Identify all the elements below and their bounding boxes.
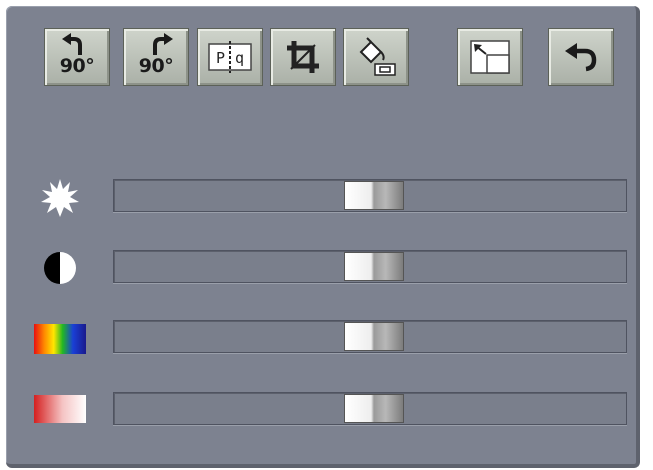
crop-button[interactable] [270, 28, 336, 86]
rotate-left-button[interactable]: 90° [44, 28, 110, 86]
contrast-half-circle-icon [44, 252, 76, 284]
paint-bucket-icon [359, 37, 396, 76]
brightness-slider-track[interactable] [113, 179, 627, 212]
flip-button[interactable]: P q [197, 28, 263, 86]
resize-expand-icon [470, 40, 510, 74]
contrast-slider-thumb[interactable] [344, 252, 404, 281]
sun-icon [41, 179, 79, 217]
fit-button[interactable] [457, 28, 523, 86]
crop-icon [287, 41, 319, 73]
flip-mirror-icon: P q [208, 41, 252, 73]
undo-button[interactable] [548, 28, 614, 86]
image-adjust-panel: 90° 90° P q [6, 6, 640, 468]
tint-slider-thumb[interactable] [344, 394, 404, 423]
red-gradient-icon [34, 395, 86, 423]
color-spectrum-icon [34, 324, 86, 354]
tint-slider-track[interactable] [113, 392, 627, 425]
saturation-slider-track[interactable] [113, 320, 627, 353]
tint-row-icon-wrap [32, 389, 88, 429]
contrast-row-icon-wrap [32, 248, 88, 288]
flip-glyph-left: P [216, 49, 225, 67]
fill-button[interactable] [343, 28, 409, 86]
undo-arrow-icon [565, 43, 597, 72]
saturation-row-icon-wrap [32, 319, 88, 359]
brightness-slider-thumb[interactable] [344, 181, 404, 210]
brightness-row-icon-wrap [32, 178, 88, 218]
rotate-right-label: 90° [138, 55, 174, 77]
flip-glyph-right: q [235, 49, 244, 67]
saturation-slider-thumb[interactable] [344, 322, 404, 351]
rotate-left-label: 90° [59, 55, 95, 77]
rotate-right-button[interactable]: 90° [123, 28, 189, 86]
contrast-slider-track[interactable] [113, 250, 627, 283]
